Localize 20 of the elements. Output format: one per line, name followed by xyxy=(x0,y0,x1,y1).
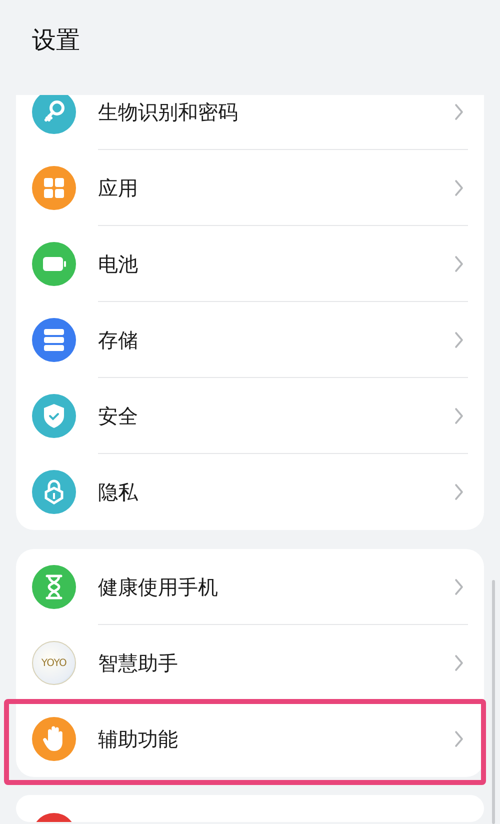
item-label: 智慧助手 xyxy=(98,650,179,677)
settings-item[interactable]: 应用 xyxy=(16,150,484,226)
item-label: 健康使用手机 xyxy=(98,574,219,601)
item-label: 隐私 xyxy=(98,479,139,506)
item-label: 生物识别和密码 xyxy=(98,99,239,126)
settings-item[interactable]: 电池 xyxy=(16,226,484,302)
item-label: 电池 xyxy=(98,251,139,278)
settings-item[interactable]: 辅助功能 xyxy=(16,701,484,777)
page-title: 设置 xyxy=(32,25,80,56)
item-label: 辅助功能 xyxy=(98,726,179,753)
item-label: 安全 xyxy=(98,403,139,430)
item-label: 应用 xyxy=(98,175,139,202)
settings-item[interactable]: 安全 xyxy=(16,378,484,454)
settings-item[interactable]: 健康使用手机 xyxy=(16,549,484,625)
settings-item[interactable]: 隐私 xyxy=(16,454,484,530)
item-label: 存储 xyxy=(98,327,139,354)
assistant-logo-icon: YOYO xyxy=(32,641,76,685)
settings-item[interactable]: 存储 xyxy=(16,302,484,378)
settings-item[interactable]: YOYO 智慧助手 xyxy=(16,625,484,701)
settings-item[interactable]: 生物识别和密码 xyxy=(16,95,484,150)
